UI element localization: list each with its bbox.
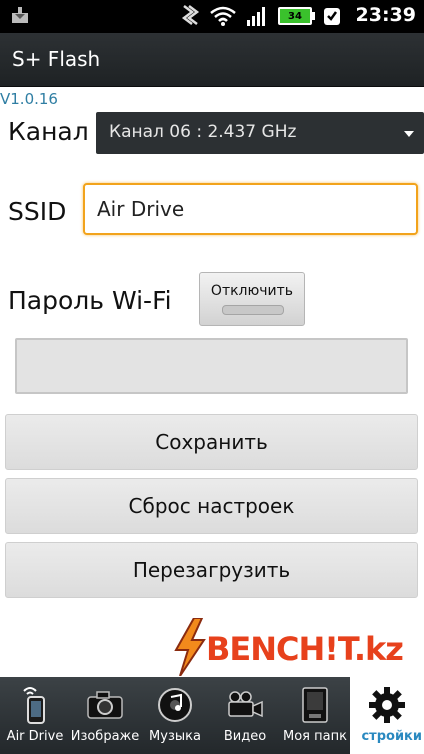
alarm-icon xyxy=(324,8,340,25)
password-input[interactable] xyxy=(15,338,408,394)
tab-label: Моя папк xyxy=(283,729,347,744)
channel-selected-value: Канал 06 : 2.437 GHz xyxy=(109,122,297,142)
app-title-bar: S+ Flash xyxy=(0,33,424,87)
download-notification-icon xyxy=(12,7,28,23)
lightning-bolt-icon xyxy=(174,618,206,676)
channel-label: Канал xyxy=(8,117,89,146)
tab-air-drive[interactable]: Air Drive xyxy=(0,677,70,754)
tab-music[interactable]: Музыка xyxy=(140,677,210,754)
tab-settings[interactable]: стройки xyxy=(350,677,424,754)
reset-settings-button[interactable]: Сброс настроек xyxy=(5,478,418,534)
battery-level: 34 xyxy=(288,10,302,22)
password-toggle-button[interactable]: Отключить xyxy=(199,272,305,326)
version-label: V1.0.16 xyxy=(0,90,58,108)
tab-label: Air Drive xyxy=(6,729,64,744)
save-button[interactable]: Сохранить xyxy=(5,414,418,470)
gear-icon xyxy=(369,687,405,723)
watermark-text: BENCH!T.kz xyxy=(206,630,404,668)
status-bar: 34 23:39 xyxy=(0,0,424,33)
watermark-logo: BENCH!T.kz xyxy=(172,618,412,678)
phone-wifi-icon xyxy=(23,687,45,724)
tab-label: Изображе xyxy=(70,729,140,744)
app-title: S+ Flash xyxy=(12,47,101,71)
password-label: Пароль Wi-Fi xyxy=(8,286,172,315)
password-toggle-label: Отключить xyxy=(210,283,294,299)
clock: 23:39 xyxy=(355,4,416,26)
music-disc-icon xyxy=(158,688,192,722)
ssid-input[interactable] xyxy=(83,183,418,235)
data-transfer-icon xyxy=(181,5,200,25)
tab-my-folder[interactable]: Моя папк xyxy=(280,677,350,754)
tab-label: стройки xyxy=(361,729,422,744)
ssid-label: SSID xyxy=(8,197,67,226)
wifi-icon xyxy=(210,6,236,26)
bottom-tab-bar: Air Drive Изображе Музыка Видео Моя папк… xyxy=(0,677,424,754)
video-camera-icon xyxy=(228,691,263,718)
tab-label: Музыка xyxy=(149,729,201,744)
chevron-down-icon xyxy=(404,131,414,137)
restart-button[interactable]: Перезагрузить xyxy=(5,542,418,598)
signal-icon xyxy=(247,7,265,26)
tab-video[interactable]: Видео xyxy=(210,677,280,754)
battery-icon: 34 xyxy=(278,7,315,25)
folder-device-icon xyxy=(302,687,328,723)
camera-icon xyxy=(87,691,123,719)
toggle-indicator xyxy=(222,305,284,315)
status-icons: 34 xyxy=(180,4,342,28)
tab-label: Видео xyxy=(223,729,267,744)
tab-images[interactable]: Изображе xyxy=(70,677,140,754)
channel-dropdown[interactable]: Канал 06 : 2.437 GHz xyxy=(96,112,424,154)
